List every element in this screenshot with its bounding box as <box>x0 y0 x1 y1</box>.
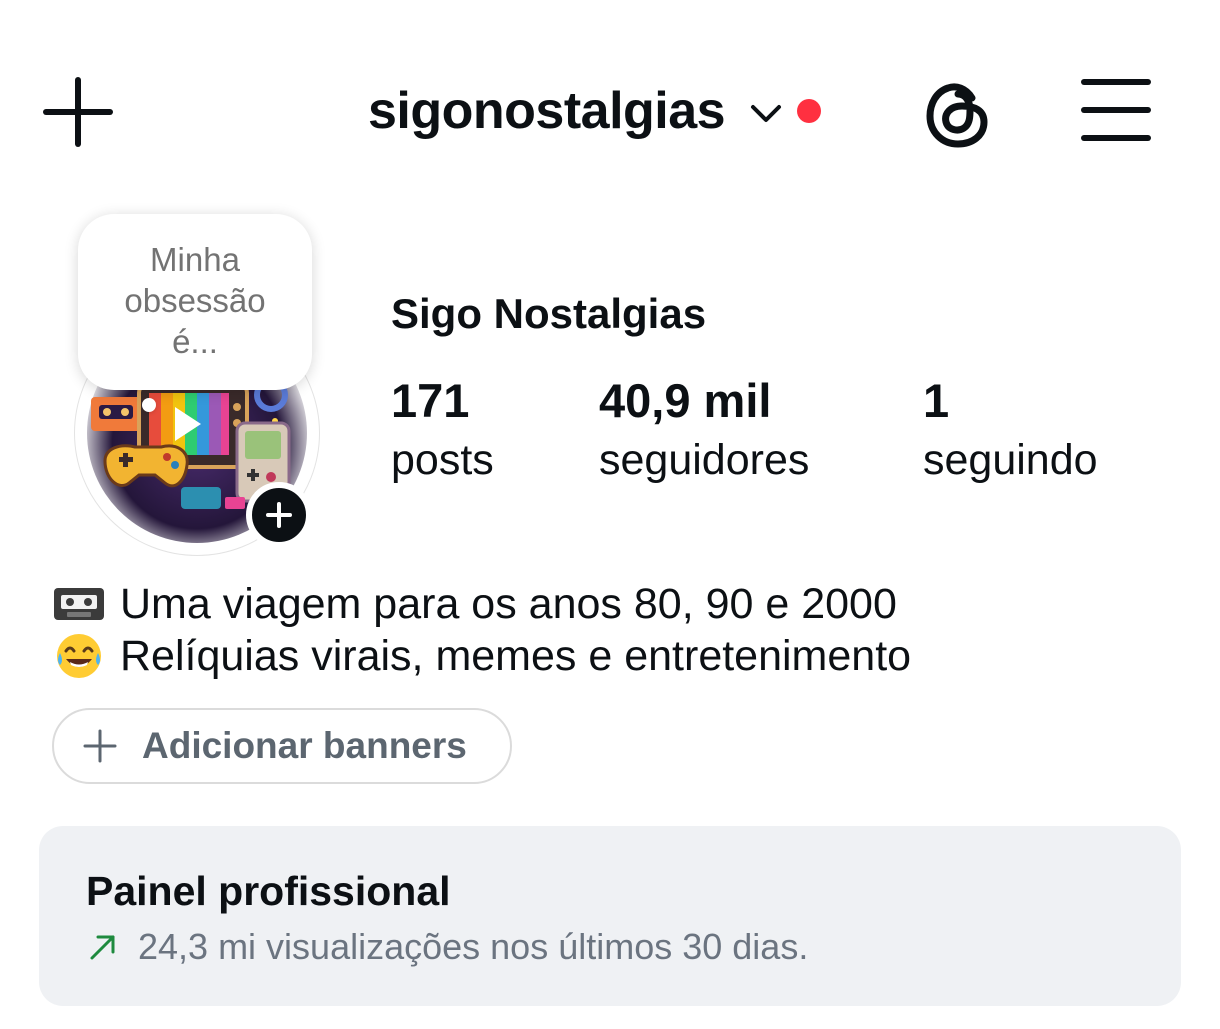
plus-icon <box>43 77 113 147</box>
stat-following[interactable]: 1 seguindo <box>923 374 1098 490</box>
bio-line: Uma viagem para os anos 80, 90 e 2000 <box>52 578 911 630</box>
bio-text: Uma viagem para os anos 80, 90 e 2000 <box>120 580 897 628</box>
stat-value: 171 <box>391 374 470 427</box>
note-bubble-tail <box>142 398 156 412</box>
notification-dot <box>797 99 822 123</box>
display-name: Sigo Nostalgias <box>391 290 707 337</box>
dashboard-title: Painel profissional <box>86 868 451 914</box>
plus-icon <box>266 502 292 528</box>
hamburger-menu-icon <box>1081 79 1151 141</box>
chevron-down-icon <box>751 105 782 122</box>
bio: Uma viagem para os anos 80, 90 e 2000 Re… <box>52 578 911 682</box>
stat-followers[interactable]: 40,9 mil seguidores <box>599 374 809 490</box>
note-text: Minha obsessão é... <box>124 240 266 360</box>
add-story-button[interactable] <box>246 482 312 548</box>
professional-dashboard-card[interactable]: Painel profissional 24,3 mi visualizaçõe… <box>39 826 1181 1006</box>
note-bubble[interactable]: Minha obsessão é... <box>78 214 312 390</box>
dashboard-summary: 24,3 mi visualizações nos últimos 30 dia… <box>88 926 808 968</box>
tears-of-joy-icon <box>52 633 106 679</box>
arrow-up-right-icon <box>90 935 115 960</box>
stat-label: seguindo <box>923 436 1098 484</box>
threads-button[interactable] <box>920 76 996 152</box>
username: sigonostalgias <box>368 82 726 140</box>
stat-value: 1 <box>923 374 950 427</box>
stat-label: seguidores <box>599 436 810 484</box>
plus-icon <box>83 729 117 763</box>
dashboard-subtitle: 24,3 mi visualizações nos últimos 30 dia… <box>138 926 809 967</box>
bio-text: Relíquias virais, memes e entretenimento <box>120 632 912 680</box>
menu-button[interactable] <box>1078 76 1154 144</box>
stat-label: posts <box>391 436 494 484</box>
threads-icon <box>926 83 988 148</box>
stat-value: 40,9 mil <box>599 374 772 427</box>
bio-line: Relíquias virais, memes e entretenimento <box>52 630 911 682</box>
add-banners-button[interactable]: Adicionar banners <box>52 708 512 784</box>
profile-page: sigonostalgias Minha obsessão é... Sigo … <box>0 0 1220 1029</box>
stat-posts[interactable]: 171 posts <box>391 374 494 490</box>
add-banners-label: Adicionar banners <box>142 725 467 766</box>
account-switcher[interactable]: sigonostalgias <box>368 78 822 144</box>
videocassette-icon <box>52 581 106 627</box>
create-button[interactable] <box>40 74 116 150</box>
